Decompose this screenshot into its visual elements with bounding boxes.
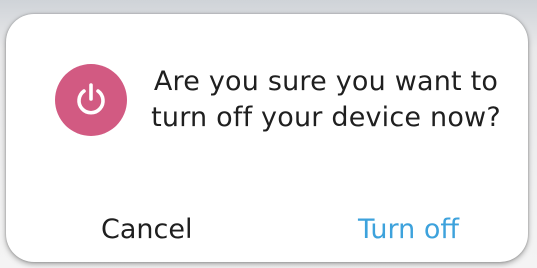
power-icon: [55, 64, 127, 136]
power-off-dialog: Are you sure you want to turn off your d…: [6, 14, 528, 262]
dialog-message: Are you sure you want to turn off your d…: [151, 66, 501, 133]
turn-off-button[interactable]: Turn off: [358, 212, 478, 248]
cancel-button[interactable]: Cancel: [101, 212, 201, 248]
